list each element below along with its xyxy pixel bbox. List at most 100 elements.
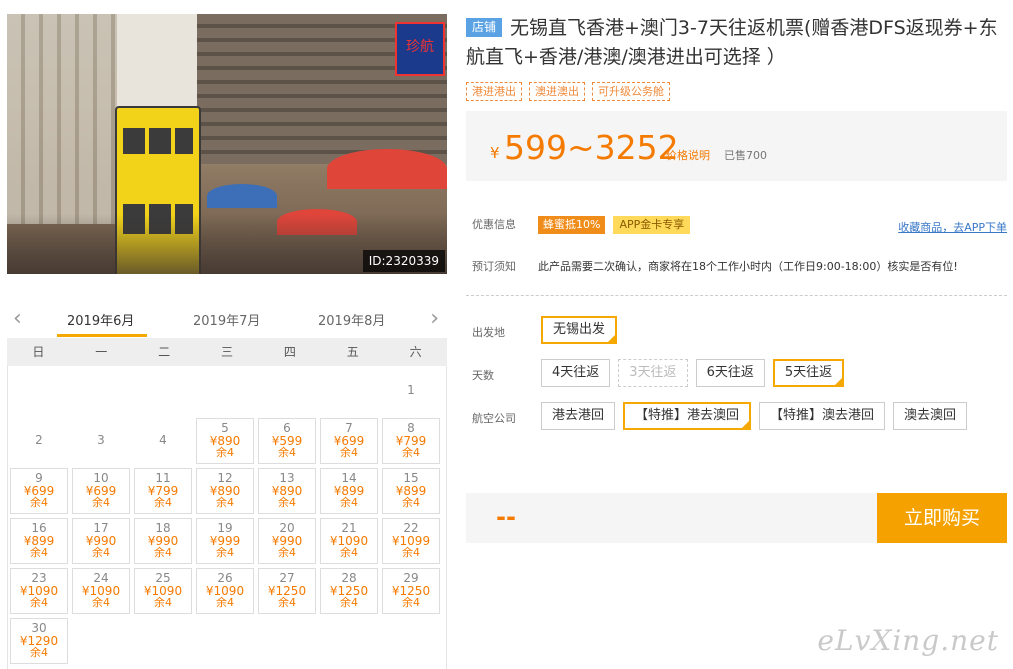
calendar-day[interactable]: 25 ¥1090 余4	[134, 568, 192, 614]
calendar-day[interactable]: 13 ¥890 余4	[258, 468, 316, 514]
calendar-day[interactable]: 18 ¥990 余4	[134, 518, 192, 564]
price-currency: ¥	[490, 144, 500, 162]
promo-row: 优惠信息 蜂蜜抵10% APP金卡专享 收藏商品，去APP下单	[466, 216, 1007, 234]
option-label: 出发地	[472, 326, 505, 339]
calendar-day[interactable]: 8 ¥799 余4	[382, 418, 440, 464]
days-option[interactable]: 4天往返	[541, 359, 611, 387]
day-remaining: 余4	[278, 596, 296, 609]
calendar-month-nav: ‹ 2019年6月 2019年7月 2019年8月 ›	[7, 302, 447, 338]
photo-umbrella	[207, 184, 277, 208]
promo-badge: 蜂蜜抵10%	[538, 216, 606, 234]
product-tag: 可升级公务舱	[592, 82, 670, 101]
buy-bar: -- 立即购买	[466, 493, 1007, 543]
weekday-label: 二	[158, 345, 171, 359]
calendar-day[interactable]: 12 ¥890 余4	[196, 468, 254, 514]
day-remaining: 余4	[92, 496, 110, 509]
day-remaining: 余4	[340, 446, 358, 459]
calendar-day[interactable]: 23 ¥1090 余4	[10, 568, 68, 614]
airline-option[interactable]: 【特推】澳去港回	[759, 402, 886, 430]
calendar-day[interactable]: 5 ¥890 余4	[196, 418, 254, 464]
weekday-label: 日	[32, 345, 45, 359]
calendar-day[interactable]: 22 ¥1099 余4	[382, 518, 440, 564]
calendar-day[interactable]: 19 ¥999 余4	[196, 518, 254, 564]
day-remaining: 余4	[154, 596, 172, 609]
product-tag: 港进港出	[466, 82, 522, 101]
chevron-right-icon[interactable]: ›	[430, 306, 439, 331]
calendar-month-tab[interactable]: 2019年7月	[193, 310, 260, 329]
days-option-disabled: 3天往返	[618, 359, 688, 387]
day-remaining: 余4	[30, 646, 48, 659]
calendar-day-grid: 1 2 3 4 5 ¥890 余4 6 ¥599 余4 7 ¥699 余4 8 ¥799 余4 9 ¥699 余4 1…	[7, 366, 447, 669]
day-remaining: 余4	[402, 496, 420, 509]
calendar-day[interactable]: 11 ¥799 余4	[134, 468, 192, 514]
day-remaining: 余4	[340, 496, 358, 509]
active-month-indicator	[57, 334, 147, 337]
weekday-label: 四	[283, 345, 296, 359]
calendar-day[interactable]: 16 ¥899 余4	[10, 518, 68, 564]
photo-umbrella	[327, 149, 447, 189]
day-remaining: 余4	[340, 596, 358, 609]
day-remaining: 余4	[402, 596, 420, 609]
day-number: 1	[407, 383, 415, 397]
days-option[interactable]: 5天往返	[772, 359, 845, 387]
day-remaining: 余4	[278, 446, 296, 459]
calendar-day[interactable]: 24 ¥1090 余4	[72, 568, 130, 614]
chevron-left-icon[interactable]: ‹	[13, 306, 22, 331]
shop-badge[interactable]: 店铺	[466, 18, 503, 37]
calendar-day[interactable]: 27 ¥1250 余4	[258, 568, 316, 614]
airline-option[interactable]: 澳去澳回	[893, 402, 968, 430]
total-price-placeholder: --	[496, 503, 516, 531]
calendar-day[interactable]: 15 ¥899 余4	[382, 468, 440, 514]
product-tags: 港进港出 澳进澳出 可升级公务舱	[466, 80, 1007, 102]
day-remaining: 余4	[216, 446, 234, 459]
day-remaining: 余4	[216, 496, 234, 509]
calendar-day[interactable]: 20 ¥990 余4	[258, 518, 316, 564]
calendar-day[interactable]: 21 ¥1090 余4	[320, 518, 378, 564]
day-remaining: 余4	[216, 596, 234, 609]
day-remaining: 余4	[30, 596, 48, 609]
price-explain-link[interactable]: 价格说明	[666, 147, 710, 163]
calendar-day[interactable]: 14 ¥899 余4	[320, 468, 378, 514]
buy-now-button[interactable]: 立即购买	[877, 493, 1007, 543]
weekday-label: 六	[409, 345, 422, 359]
airline-option[interactable]: 【特推】港去澳回	[623, 402, 752, 430]
day-remaining: 余4	[402, 446, 420, 459]
calendar-day[interactable]: 6 ¥599 余4	[258, 418, 316, 464]
notice-row: 预订须知 此产品需要二次确认，商家将在18个工作小时内（工作日9:00-18:00…	[466, 258, 1007, 274]
calendar-day[interactable]: 17 ¥990 余4	[72, 518, 130, 564]
calendar-day[interactable]: 7 ¥699 余4	[320, 418, 378, 464]
day-remaining: 余4	[154, 546, 172, 559]
product-title: 店铺 无锡直飞香港+澳门3-7天往返机票(赠香港DFS返现券+东航直飞+香港/港澳…	[466, 14, 1007, 72]
weekday-label: 三	[221, 345, 234, 359]
day-number: 2	[35, 433, 43, 447]
calendar-day[interactable]: 28 ¥1250 余4	[320, 568, 378, 614]
day-remaining: 余4	[340, 546, 358, 559]
calendar-day[interactable]: 29 ¥1250 余4	[382, 568, 440, 614]
airline-option[interactable]: 港去港回	[541, 402, 616, 430]
day-remaining: 余4	[92, 546, 110, 559]
calendar-day[interactable]: 30 ¥1290 余4	[10, 618, 68, 664]
promo-badge: APP金卡专享	[613, 216, 691, 234]
calendar-day: 4	[134, 418, 192, 464]
calendar-day[interactable]: 26 ¥1090 余4	[196, 568, 254, 614]
product-photo[interactable]: 珍航 ID:2320339	[7, 14, 447, 274]
calendar-day[interactable]: 10 ¥699 余4	[72, 468, 130, 514]
weekday-label: 一	[95, 345, 108, 359]
day-remaining: 余4	[216, 546, 234, 559]
calendar-blank-cell	[134, 368, 192, 414]
date-calendar: ‹ 2019年6月 2019年7月 2019年8月 › 日 一 二 三 四 五 …	[7, 302, 447, 669]
photo-building-left	[7, 14, 117, 224]
departure-option[interactable]: 无锡出发	[541, 316, 618, 344]
days-option[interactable]: 6天往返	[695, 359, 765, 387]
calendar-month-tab[interactable]: 2019年8月	[318, 310, 385, 329]
calendar-month-tab[interactable]: 2019年6月	[67, 310, 134, 329]
calendar-day[interactable]: 9 ¥699 余4	[10, 468, 68, 514]
day-remaining: 余4	[92, 596, 110, 609]
day-remaining: 余4	[278, 546, 296, 559]
calendar-blank-cell	[10, 368, 68, 414]
watermark: eLvXing.net	[817, 624, 999, 657]
price-range: 599~3252	[504, 128, 679, 167]
photo-id-label: ID:2320339	[362, 250, 445, 272]
day-remaining: 余4	[278, 496, 296, 509]
favorite-link[interactable]: 收藏商品，去APP下单	[898, 219, 1007, 235]
